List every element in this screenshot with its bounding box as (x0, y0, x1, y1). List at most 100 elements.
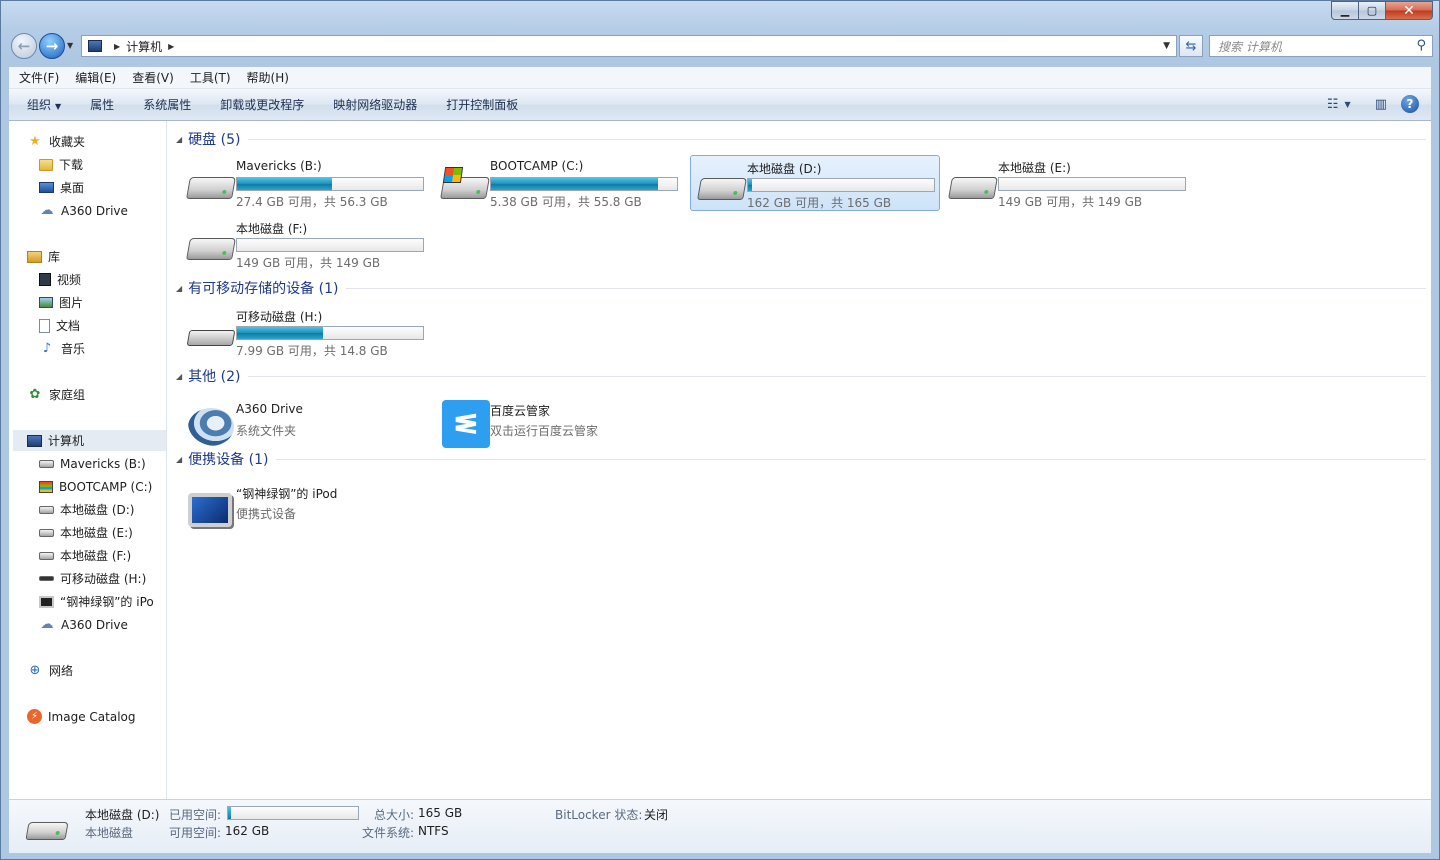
drive-tile-b[interactable]: Mavericks (B:) 27.4 GB 可用，共 56.3 GB (180, 155, 430, 211)
uninstall-program-button[interactable]: 卸载或更改程序 (220, 96, 304, 113)
ipod-icon (39, 595, 54, 608)
drive-name: Mavericks (B:) (236, 159, 322, 173)
menu-tools[interactable]: 工具(T) (190, 69, 231, 86)
nav-downloads[interactable]: 下载 (39, 154, 166, 175)
collapse-triangle-icon[interactable]: ◢ (176, 372, 182, 381)
drive-usage-bar (236, 238, 424, 252)
group-header-other[interactable]: ◢ 其他 (2) (176, 366, 1426, 386)
item-name: A360 Drive (236, 402, 303, 416)
minimize-button[interactable]: ▁ (1331, 1, 1359, 20)
hard-drive-icon (948, 171, 998, 201)
group-title: 有可移动存储的设备 (1) (188, 281, 339, 297)
map-network-drive-button[interactable]: 映射网络驱动器 (333, 96, 417, 113)
organize-button[interactable]: 组织 ▼ (27, 96, 61, 113)
refresh-button[interactable]: ⇆ (1179, 35, 1203, 57)
a360-drive-tile[interactable]: A360 Drive 系统文件夹 (180, 398, 430, 446)
group-divider (346, 287, 1426, 289)
nav-a360-favorite[interactable]: ☁ A360 Drive (39, 200, 166, 221)
view-options-dropdown-icon[interactable]: ▼ (1345, 100, 1351, 109)
nav-drive-h[interactable]: 可移动磁盘 (H:) (39, 568, 166, 589)
maximize-button[interactable]: ▢ (1358, 1, 1386, 20)
status-total-label: 总大小: (374, 808, 415, 822)
view-controls: ☷ ▼ ▥ ? (1313, 95, 1419, 113)
close-button[interactable]: ✕ (1385, 1, 1433, 20)
address-bar[interactable]: ▶ 计算机 ▶ ▼ (81, 35, 1177, 57)
search-placeholder: 搜索 计算机 (1218, 39, 1282, 54)
preview-pane-icon[interactable]: ▥ (1375, 97, 1387, 112)
hard-drive-icon (697, 172, 747, 202)
ipod-tile[interactable]: “钢神绿钢”的 iPod 便携式设备 (180, 481, 430, 529)
nav-drive-f[interactable]: 本地磁盘 (F:) (39, 545, 166, 566)
group-header-removable[interactable]: ◢ 有可移动存储的设备 (1) (176, 278, 1426, 298)
nav-ipod[interactable]: “钢神绿钢”的 iPo (39, 591, 166, 612)
nav-music[interactable]: ♪ 音乐 (39, 338, 166, 359)
nav-item-label: 收藏夹 (49, 135, 86, 149)
refresh-icon: ⇆ (1185, 38, 1197, 54)
drive-space-info: 162 GB 可用，共 165 GB (747, 196, 892, 210)
address-dropdown-icon[interactable]: ▼ (1163, 41, 1170, 51)
breadcrumb-separator-icon[interactable]: ▶ (114, 42, 120, 51)
breadcrumb-separator-icon[interactable]: ▶ (168, 42, 174, 51)
baidu-cloud-tile[interactable]: ᓬ 百度云管家 双击运行百度云管家 (434, 398, 684, 448)
collapse-triangle-icon[interactable]: ◢ (176, 284, 182, 293)
breadcrumb-computer[interactable]: 计算机 (126, 38, 162, 55)
drive-tile-c[interactable]: BOOTCAMP (C:) 5.38 GB 可用，共 55.8 GB (434, 155, 684, 211)
system-properties-button[interactable]: 系统属性 (143, 96, 191, 113)
navigation-row: ← → ▼ ▶ 计算机 ▶ ▼ ⇆ 搜索 计算机 ⚲ (9, 31, 1433, 61)
search-input[interactable]: 搜索 计算机 ⚲ (1209, 35, 1433, 57)
nav-drive-e[interactable]: 本地磁盘 (E:) (39, 522, 166, 543)
nav-documents[interactable]: 文档 (39, 315, 166, 336)
status-drive-type: 本地磁盘 (85, 826, 134, 840)
nav-drive-d[interactable]: 本地磁盘 (D:) (39, 499, 166, 520)
explorer-window: ▁ ▢ ✕ ← → ▼ ▶ 计算机 ▶ ▼ ⇆ 搜索 计算机 ⚲ 文件(F) 编… (0, 0, 1440, 860)
nav-homegroup[interactable]: ✿ 家庭组 (27, 384, 166, 405)
item-name: 百度云管家 (490, 404, 551, 418)
properties-button[interactable]: 属性 (90, 96, 114, 113)
drive-usage-bar (998, 177, 1186, 191)
nav-a360-computer[interactable]: ☁ A360 Drive (39, 614, 166, 635)
menu-view[interactable]: 查看(V) (132, 69, 174, 86)
change-view-icon[interactable]: ☷ (1327, 97, 1339, 112)
collapse-triangle-icon[interactable]: ◢ (176, 455, 182, 464)
drive-tile-d[interactable]: 本地磁盘 (D:) 162 GB 可用，共 165 GB (690, 155, 940, 211)
menu-edit[interactable]: 编辑(E) (75, 69, 116, 86)
nav-favorites[interactable]: ★ 收藏夹 (27, 131, 166, 152)
network-icon: ⊕ (29, 663, 41, 678)
nav-network[interactable]: ⊕ 网络 (27, 660, 166, 681)
nav-item-label: 可移动磁盘 (H:) (60, 572, 147, 586)
menu-help[interactable]: 帮助(H) (247, 69, 289, 86)
drive-tile-h[interactable]: 可移动磁盘 (H:) 7.99 GB 可用，共 14.8 GB (180, 304, 430, 360)
forward-button[interactable]: → (39, 33, 65, 59)
drive-tile-f[interactable]: 本地磁盘 (F:) 149 GB 可用，共 149 GB (180, 216, 430, 272)
nav-videos[interactable]: 视频 (39, 269, 166, 290)
a360-drive-icon: ☁ (40, 617, 54, 632)
nav-computer[interactable]: 计算机 (13, 430, 166, 451)
menu-file[interactable]: 文件(F) (19, 69, 59, 86)
nav-item-label: 本地磁盘 (D:) (60, 503, 135, 517)
drive-tile-e[interactable]: 本地磁盘 (E:) 149 GB 可用，共 149 GB (942, 155, 1192, 211)
item-description: 双击运行百度云管家 (490, 424, 599, 438)
nav-desktop[interactable]: 桌面 (39, 177, 166, 198)
group-header-portable[interactable]: ◢ 便携设备 (1) (176, 449, 1426, 469)
help-icon[interactable]: ? (1401, 95, 1419, 113)
item-description: 便携式设备 (236, 507, 297, 521)
nav-pictures[interactable]: 图片 (39, 292, 166, 313)
nav-drive-c[interactable]: BOOTCAMP (C:) (39, 476, 166, 497)
item-name: “钢神绿钢”的 iPod (236, 487, 338, 501)
drive-usage-bar (490, 177, 678, 191)
recent-pages-dropdown[interactable]: ▼ (67, 41, 73, 50)
collapse-triangle-icon[interactable]: ◢ (176, 135, 182, 144)
status-free-label: 可用空间: (169, 826, 222, 840)
nav-libraries[interactable]: 库 (27, 246, 166, 267)
drive-name: 可移动磁盘 (H:) (236, 310, 323, 324)
search-icon[interactable]: ⚲ (1416, 38, 1426, 53)
arrow-left-icon: ← (17, 37, 31, 55)
back-button[interactable]: ← (11, 33, 37, 59)
nav-drive-b[interactable]: Mavericks (B:) (39, 453, 166, 474)
document-icon (39, 318, 50, 333)
group-header-hard-drives[interactable]: ◢ 硬盘 (5) (176, 129, 1426, 149)
window-controls: ▁ ▢ ✕ (1331, 1, 1433, 20)
drive-usage-fill (491, 178, 659, 190)
open-control-panel-button[interactable]: 打开控制面板 (446, 96, 518, 113)
nav-image-catalog[interactable]: ⚡ Image Catalog (27, 706, 166, 727)
